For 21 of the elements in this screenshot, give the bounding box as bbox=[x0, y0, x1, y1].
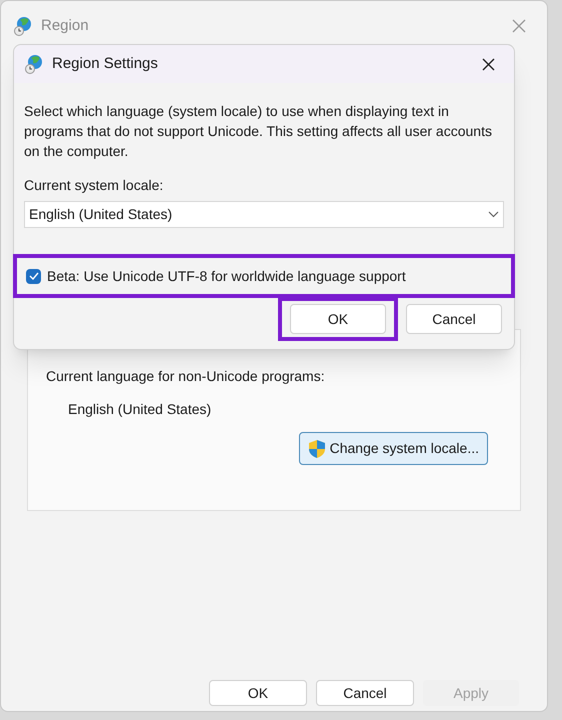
checkbox[interactable] bbox=[26, 268, 41, 284]
chevron-down-icon bbox=[488, 211, 499, 218]
locale-label: Current system locale: bbox=[23, 176, 164, 195]
locale-dropdown[interactable]: English (United States) bbox=[24, 201, 504, 228]
dialog-title: Region Settings bbox=[52, 54, 158, 74]
close-icon bbox=[482, 58, 494, 70]
shield-icon bbox=[308, 438, 326, 458]
description: Select which language (system locale) to use when displaying text in programs that do not support Unicode. This setting affects all user accounts on the computer. bbox=[23, 102, 493, 161]
dialog-button[interactable]: Cancel bbox=[406, 304, 502, 334]
group-label: Current language for non-Unicode programs: bbox=[46, 367, 326, 386]
globe-icon bbox=[24, 54, 44, 74]
current-language: English (United States) bbox=[68, 400, 212, 419]
dialog-button[interactable]: OK bbox=[290, 304, 386, 334]
change-locale-button[interactable]: Change system locale... bbox=[298, 432, 488, 465]
dialog-button[interactable]: Cancel bbox=[316, 680, 414, 706]
globe-icon bbox=[13, 16, 33, 36]
checkmark-icon bbox=[28, 272, 38, 280]
checkbox-label: Beta: Use Unicode UTF-8 for worldwide language support bbox=[47, 266, 406, 286]
dialog-button[interactable]: OK bbox=[209, 680, 307, 706]
close-icon bbox=[512, 19, 526, 33]
window-title: Region bbox=[41, 16, 89, 36]
